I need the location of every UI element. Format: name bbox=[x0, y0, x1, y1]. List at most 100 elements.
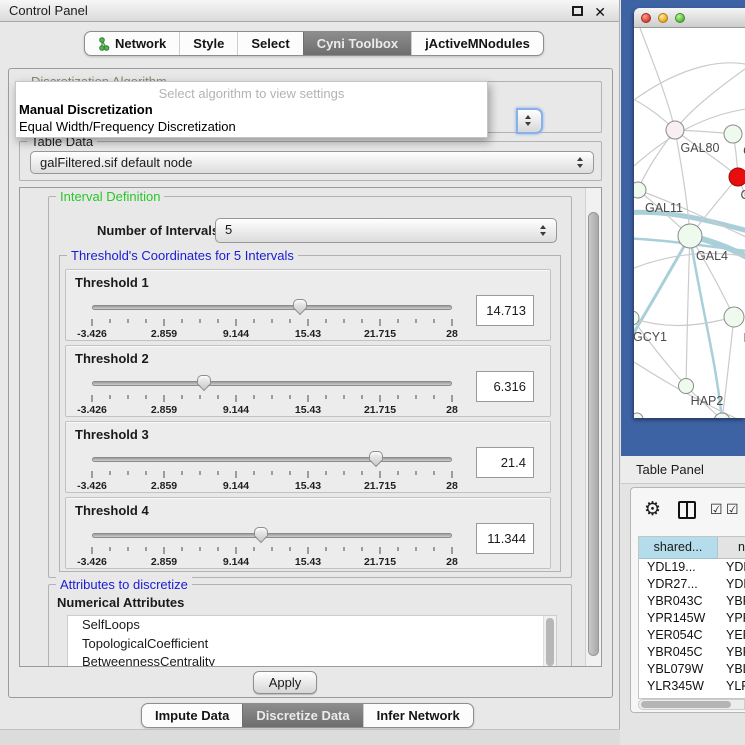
attribute-item[interactable]: BetweennessCentrality bbox=[68, 653, 556, 667]
table-row[interactable]: YDR27...YDR2 bbox=[639, 576, 745, 593]
threshold-value-field[interactable]: 21.4 bbox=[476, 447, 534, 478]
network-window[interactable]: GAL80GCGAL11GAL4GCY1HHAP2 bbox=[634, 8, 745, 418]
gear-icon[interactable]: ⚙ bbox=[644, 498, 661, 521]
table-cell: YER054C bbox=[639, 627, 718, 644]
tab-discretize-data[interactable]: Discretize Data bbox=[242, 704, 362, 727]
network-node-h[interactable] bbox=[724, 307, 744, 327]
network-node-hap2[interactable] bbox=[679, 379, 694, 394]
slider[interactable]: -3.4262.8599.14415.4321.71528 bbox=[92, 529, 452, 565]
network-node-c[interactable] bbox=[729, 168, 745, 186]
slider-ticks bbox=[92, 319, 452, 327]
attributes-group: Attributes to discretize Numerical Attri… bbox=[48, 584, 572, 667]
checkbox-icon[interactable]: ☑ bbox=[726, 501, 739, 518]
tick-label: 21.715 bbox=[364, 556, 396, 568]
slider-track[interactable] bbox=[92, 381, 452, 386]
tick-mark bbox=[344, 395, 345, 399]
tick-mark bbox=[128, 547, 129, 551]
attributes-list-scrollbar[interactable] bbox=[543, 616, 556, 667]
tick-mark bbox=[200, 471, 201, 475]
tab-impute-data[interactable]: Impute Data bbox=[142, 704, 242, 727]
slider[interactable]: -3.4262.8599.14415.4321.71528 bbox=[92, 377, 452, 413]
numerical-attributes-list[interactable]: SelfLoopsTopologicalCoefficientBetweenne… bbox=[67, 615, 557, 667]
tick-mark bbox=[272, 319, 273, 323]
tab-cyni-toolbox[interactable]: Cyni Toolbox bbox=[303, 32, 411, 55]
network-node-g[interactable] bbox=[724, 125, 742, 143]
network-node-gal11[interactable] bbox=[634, 182, 646, 198]
table-row[interactable]: YBL079WYBL0 bbox=[639, 661, 745, 678]
tab-label: Cyni Toolbox bbox=[317, 32, 398, 55]
table-row[interactable]: YBR043CYBR0 bbox=[639, 593, 745, 610]
threshold-value-field[interactable]: 14.713 bbox=[476, 295, 534, 326]
network-node-gal4[interactable] bbox=[678, 224, 702, 248]
tick-mark bbox=[290, 547, 291, 551]
slider-tick-labels: -3.4262.8599.14415.4321.71528 bbox=[92, 328, 452, 340]
tick-mark bbox=[290, 319, 291, 323]
slider-ticks bbox=[92, 395, 452, 403]
threshold-value-field[interactable]: 11.344 bbox=[476, 523, 534, 554]
close-icon[interactable]: ✕ bbox=[594, 2, 606, 23]
slider[interactable]: -3.4262.8599.14415.4321.71528 bbox=[92, 301, 452, 337]
table-row[interactable]: YER054CYER0 bbox=[639, 627, 745, 644]
table-cell: YBR0 bbox=[718, 593, 745, 610]
attribute-item[interactable]: TopologicalCoefficient bbox=[68, 635, 556, 654]
tick-mark bbox=[434, 547, 435, 551]
column-header-na[interactable]: na bbox=[718, 537, 745, 559]
tab-infer-network[interactable]: Infer Network bbox=[363, 704, 473, 727]
table-cell: YDR2 bbox=[718, 576, 745, 593]
table-row[interactable]: YPR145WYPR1 bbox=[639, 610, 745, 627]
tick-label: -3.426 bbox=[77, 328, 107, 340]
column-header-shared[interactable]: shared... bbox=[639, 537, 718, 559]
slider-track[interactable] bbox=[92, 457, 452, 462]
tab-select[interactable]: Select bbox=[237, 32, 302, 55]
tick-mark bbox=[272, 471, 273, 475]
algorithm-option-manual-discretization[interactable]: Manual Discretization bbox=[16, 101, 487, 118]
table-panel-toolbar: ⚙ ☑ ☑ bbox=[631, 488, 745, 534]
network-node-gal80[interactable] bbox=[666, 121, 684, 139]
table-horizontal-scrollbar[interactable] bbox=[638, 699, 745, 710]
tick-mark bbox=[254, 395, 255, 399]
tab-label: Discretize Data bbox=[256, 704, 349, 727]
table-row[interactable]: YDL19...YDL1 bbox=[639, 559, 745, 576]
apply-button[interactable]: Apply bbox=[253, 671, 317, 694]
threshold-label: Threshold 3 bbox=[75, 427, 149, 442]
network-node[interactable] bbox=[634, 413, 643, 418]
settings-vertical-scrollbar[interactable] bbox=[585, 188, 601, 666]
number-of-intervals-combobox[interactable]: 5 bbox=[215, 218, 557, 243]
slider-thumb-icon[interactable] bbox=[293, 299, 307, 316]
tick-mark bbox=[92, 547, 93, 554]
tick-mark bbox=[182, 319, 183, 323]
table-row[interactable]: YLR345WYLR3 bbox=[639, 678, 745, 695]
tick-label: 2.859 bbox=[151, 480, 177, 492]
slider[interactable]: -3.4262.8599.14415.4321.71528 bbox=[92, 453, 452, 489]
threshold-box: Threshold 1-3.4262.8599.14415.4321.71528… bbox=[65, 269, 551, 341]
slider-thumb-icon[interactable] bbox=[369, 451, 383, 468]
tick-mark bbox=[146, 547, 147, 551]
slider-thumb-icon[interactable] bbox=[197, 375, 211, 392]
tab-style[interactable]: Style bbox=[179, 32, 237, 55]
table-row[interactable]: YBR045CYBR0 bbox=[639, 644, 745, 661]
slider-track[interactable] bbox=[92, 305, 452, 310]
scrollbar-thumb[interactable] bbox=[588, 212, 599, 656]
interval-definition-title: Interval Definition bbox=[56, 189, 164, 204]
network-graph[interactable]: GAL80GCGAL11GAL4GCY1HHAP2 bbox=[634, 28, 745, 418]
slider-thumb-icon[interactable] bbox=[254, 527, 268, 544]
algorithm-combobox-end[interactable] bbox=[516, 108, 543, 134]
tick-mark bbox=[92, 471, 93, 478]
table-cell: YBR045C bbox=[639, 644, 718, 661]
close-traffic-light-icon[interactable] bbox=[641, 13, 651, 23]
float-window-icon[interactable] bbox=[572, 6, 583, 16]
attribute-item[interactable]: SelfLoops bbox=[68, 616, 556, 635]
table-cell: YER0 bbox=[718, 627, 745, 644]
tab-network[interactable]: Network bbox=[85, 32, 179, 55]
slider-track[interactable] bbox=[92, 533, 452, 538]
algorithm-option-equal-width-frequency-discretization[interactable]: Equal Width/Frequency Discretization bbox=[16, 118, 487, 135]
tab-jactivemnodules[interactable]: jActiveMNodules bbox=[411, 32, 543, 55]
zoom-traffic-light-icon[interactable] bbox=[675, 13, 685, 23]
checkbox-icon[interactable]: ☑ bbox=[710, 501, 723, 518]
minimize-traffic-light-icon[interactable] bbox=[658, 13, 668, 23]
scrollbar-thumb[interactable] bbox=[641, 701, 731, 708]
table-data-combobox[interactable]: galFiltered.sif default node bbox=[30, 151, 594, 174]
split-columns-icon[interactable] bbox=[678, 501, 696, 519]
tick-mark bbox=[110, 547, 111, 551]
threshold-value-field[interactable]: 6.316 bbox=[476, 371, 534, 402]
